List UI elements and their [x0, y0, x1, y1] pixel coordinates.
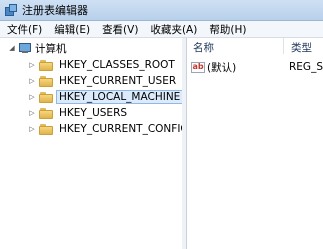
folder-icon — [39, 123, 53, 135]
expand-arrow-icon[interactable]: ▷ — [28, 108, 36, 118]
tree-item-label: HKEY_CURRENT_USER — [59, 75, 177, 87]
tree-item-label: HKEY_CLASSES_ROOT — [59, 59, 175, 71]
tree-item-label: HKEY_USERS — [59, 107, 128, 119]
tree-item-hkey-users[interactable]: ▷ HKEY_USERS — [28, 105, 127, 121]
registry-tree-pane[interactable]: ◢ 计算机 ▷ HKEY_CLASSES_ROOT ▷ HKEY_CURRENT… — [0, 38, 189, 249]
tree-item-hkey-local-machine[interactable]: ▷ HKEY_LOCAL_MACHINE — [28, 89, 184, 105]
registry-icon — [5, 4, 17, 16]
folder-icon — [39, 107, 53, 119]
column-header-name[interactable]: 名称 — [193, 38, 214, 56]
menu-file[interactable]: 文件(F) — [0, 22, 48, 37]
tree-item-hkey-current-user[interactable]: ▷ HKEY_CURRENT_USER — [28, 73, 176, 89]
tree-item-hkey-classes-root[interactable]: ▷ HKEY_CLASSES_ROOT — [28, 57, 175, 73]
tree-item-label: 计算机 — [35, 42, 67, 55]
column-header-type[interactable]: 类型 — [291, 38, 312, 56]
menu-favorites[interactable]: 收藏夹(A) — [144, 22, 203, 37]
expand-arrow-icon[interactable]: ▷ — [28, 92, 36, 102]
values-pane[interactable]: 名称 类型 ab (默认) REG_S — [186, 38, 323, 249]
tree-item-label: HKEY_CURRENT_CONFIG — [59, 123, 189, 135]
window-title: 注册表编辑器 — [22, 4, 88, 17]
expand-arrow-icon[interactable]: ▷ — [28, 76, 36, 86]
menu-help[interactable]: 帮助(H) — [203, 22, 252, 37]
folder-icon — [39, 91, 53, 103]
collapse-arrow-icon[interactable]: ◢ — [8, 43, 16, 53]
menu-edit[interactable]: 编辑(E) — [48, 22, 96, 37]
folder-icon — [39, 75, 53, 87]
column-divider[interactable] — [283, 38, 284, 54]
value-type: REG_S — [289, 61, 323, 73]
title-bar: 注册表编辑器 — [0, 0, 323, 21]
value-name: (默认) — [207, 61, 237, 74]
menu-view[interactable]: 查看(V) — [96, 22, 144, 37]
menu-bar: 文件(F) 编辑(E) 查看(V) 收藏夹(A) 帮助(H) — [0, 21, 323, 38]
tree-item-computer[interactable]: ◢ 计算机 — [8, 40, 67, 56]
expand-arrow-icon[interactable]: ▷ — [28, 60, 36, 70]
tree-item-label: HKEY_LOCAL_MACHINE — [56, 90, 184, 104]
computer-icon — [19, 43, 31, 53]
expand-arrow-icon[interactable]: ▷ — [28, 124, 36, 134]
value-row[interactable]: ab (默认) — [191, 60, 236, 74]
string-value-icon: ab — [191, 61, 205, 73]
tree-item-hkey-current-config[interactable]: ▷ HKEY_CURRENT_CONFIG — [28, 121, 189, 137]
folder-icon — [39, 59, 53, 71]
